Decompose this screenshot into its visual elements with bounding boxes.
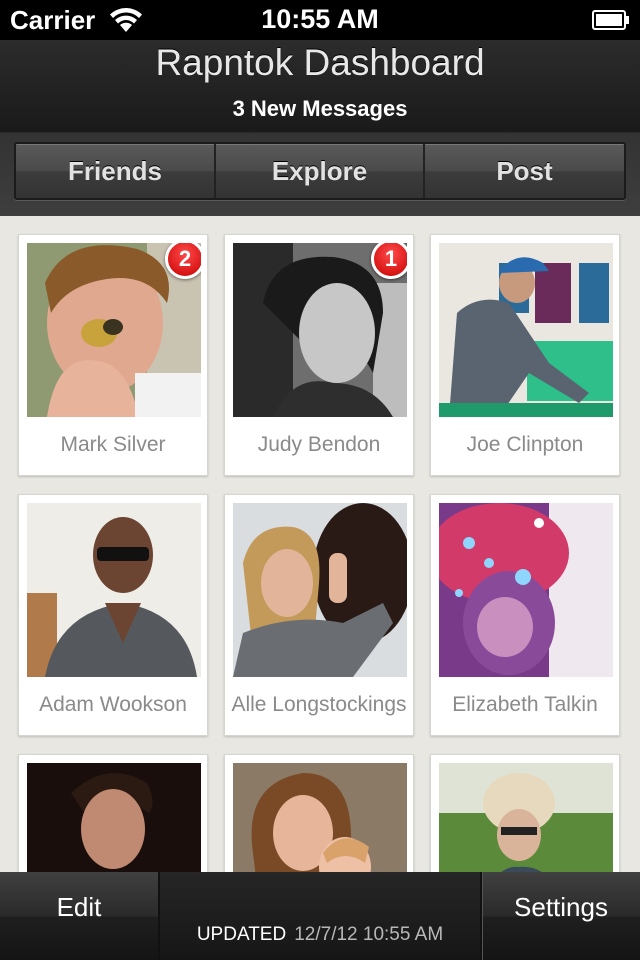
- contact-card[interactable]: 2 Mark Silver: [18, 234, 208, 476]
- contact-name: Joe Clinpton: [466, 433, 584, 456]
- updated-label: UPDATED: [196, 924, 287, 945]
- settings-button[interactable]: Settings: [480, 872, 640, 960]
- contact-card[interactable]: [430, 754, 620, 872]
- contacts-grid: 2 Mark Silver 1 Judy Bendon Joe Clinpton…: [0, 216, 640, 872]
- contact-photo: [439, 243, 613, 417]
- contact-card[interactable]: Elizabeth Talkin: [430, 494, 620, 736]
- contact-card[interactable]: Joe Clinpton: [430, 234, 620, 476]
- contact-card[interactable]: [18, 754, 208, 872]
- edit-button[interactable]: Edit: [0, 872, 160, 960]
- unread-badge: 1: [371, 243, 407, 279]
- contact-name: Elizabeth Talkin: [452, 693, 598, 716]
- battery-icon: [592, 10, 629, 30]
- status-bar: Carrier 10:55 AM: [0, 0, 640, 40]
- contact-photo: [233, 503, 407, 677]
- contact-name: Alle Longstockings: [231, 693, 407, 716]
- contact-photo: [27, 763, 201, 872]
- updated-timestamp: 12/7/12 10:55 AM: [294, 924, 444, 945]
- contact-card[interactable]: [224, 754, 414, 872]
- contact-name: Mark Silver: [60, 433, 166, 456]
- contact-name: Judy Bendon: [257, 433, 381, 456]
- segment-explore[interactable]: Explore: [216, 144, 425, 198]
- contact-card[interactable]: 1 Judy Bendon: [224, 234, 414, 476]
- last-updated: UPDATED 12/7/12 10:55 AM: [160, 924, 480, 946]
- contact-photo: [27, 503, 201, 677]
- unread-badge: 2: [165, 243, 201, 279]
- segmented-control: Friends Explore Post: [14, 142, 626, 200]
- contact-name: Adam Wookson: [39, 693, 187, 716]
- navigation-header: Rapntok Dashboard 3 New Messages Friends…: [0, 40, 640, 216]
- new-messages-count: 3 New Messages: [232, 96, 408, 121]
- contact-photo: 1: [233, 243, 407, 417]
- page-title: Rapntok Dashboard: [155, 42, 485, 83]
- segment-post[interactable]: Post: [425, 144, 624, 198]
- contact-card[interactable]: Adam Wookson: [18, 494, 208, 736]
- clock: 10:55 AM: [261, 4, 379, 34]
- contact-card[interactable]: Alle Longstockings: [224, 494, 414, 736]
- last-updated-area: UPDATED 12/7/12 10:55 AM: [160, 872, 480, 960]
- bottom-toolbar: Edit UPDATED 12/7/12 10:55 AM Settings: [0, 872, 640, 960]
- contact-photo: 2: [27, 243, 201, 417]
- contact-photo: [439, 763, 613, 872]
- contact-photo: [439, 503, 613, 677]
- contact-photo: [233, 763, 407, 872]
- segment-friends[interactable]: Friends: [16, 144, 216, 198]
